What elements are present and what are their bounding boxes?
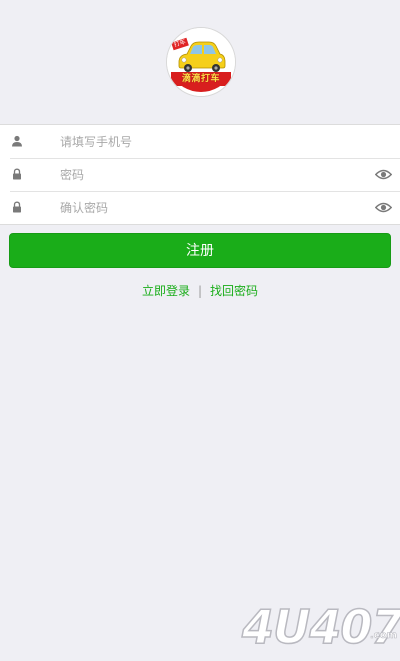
phone-input[interactable] [60,131,360,152]
phone-row [0,125,400,158]
logo-text: 滴滴打车 [181,74,220,84]
lock-icon [13,201,21,213]
watermark-domain: .com [370,630,398,642]
eye-icon[interactable] [375,202,392,213]
recover-password-link[interactable]: 找回密码 [210,284,258,298]
auth-links: 立即登录 | 找回密码 [0,282,400,299]
app-logo: 打车 滴滴打车 [167,28,235,96]
user-icon [12,135,22,147]
password-input[interactable] [60,164,360,185]
register-form [0,124,400,225]
link-separator: | [197,284,203,298]
watermark: 4U407 .com [241,598,400,658]
login-link[interactable]: 立即登录 [142,284,190,298]
confirm-password-row [0,191,400,224]
register-button[interactable]: 注册 [9,233,391,268]
lock-icon [13,168,21,180]
watermark-text: 4U407 [241,600,400,654]
eye-icon[interactable] [375,169,392,180]
taxi-car-icon [167,28,235,96]
password-row [0,158,400,191]
confirm-password-input[interactable] [60,197,360,218]
